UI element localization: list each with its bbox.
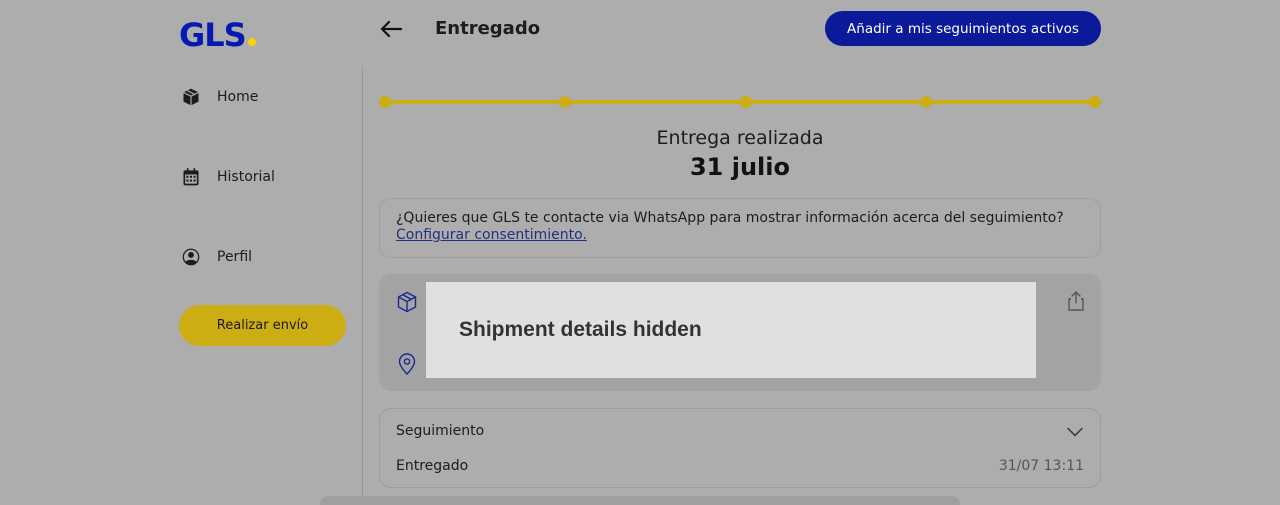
tracking-timestamp: 31/07 13:11 (998, 458, 1084, 474)
page-title: Entregado (435, 18, 541, 39)
progress-step (559, 96, 572, 108)
configure-consent-link[interactable]: Configurar consentimiento. (396, 227, 587, 243)
shipment-details-hidden-notice: Shipment details hidden (426, 282, 1036, 378)
progress-step (739, 96, 752, 108)
shipment-details-card: Shipment details hidden (379, 274, 1101, 391)
user-icon (182, 248, 200, 266)
delivery-progress-bar (379, 96, 1101, 108)
parcel-icon (397, 291, 417, 313)
sidebar-item-home[interactable]: Home (181, 87, 258, 107)
sidebar-item-label: Home (217, 89, 259, 105)
whatsapp-consent-box: ¿Quieres que GLS te contacte via WhatsAp… (379, 198, 1101, 258)
logo-text: GLS (179, 16, 247, 54)
chevron-down-icon[interactable] (1066, 423, 1084, 441)
bottom-sheet-edge (320, 496, 960, 505)
sidebar-item-perfil[interactable]: Perfil (181, 247, 252, 267)
whatsapp-question: ¿Quieres que GLS te contacte via WhatsAp… (396, 210, 1064, 226)
location-pin-icon (398, 353, 416, 375)
sidebar-item-label: Historial (217, 169, 275, 185)
progress-step (920, 96, 933, 108)
calendar-icon (183, 168, 199, 186)
logo-dot (247, 38, 256, 46)
delivery-status-label: Entrega realizada (656, 127, 824, 149)
tracking-event: Entregado (396, 458, 469, 474)
sidebar-divider (362, 66, 363, 505)
share-icon[interactable] (1065, 290, 1087, 312)
tracking-title: Seguimiento (396, 423, 485, 439)
gls-logo[interactable]: GLS (179, 16, 256, 54)
progress-step (379, 96, 391, 108)
back-arrow-icon[interactable] (378, 16, 404, 42)
sidebar-item-historial[interactable]: Historial (181, 167, 275, 187)
sidebar-item-label: Perfil (217, 249, 253, 265)
realizar-envio-button[interactable]: Realizar envío (179, 305, 346, 346)
delivery-date: 31 julio (689, 153, 790, 181)
progress-step (1089, 96, 1101, 108)
package-icon (183, 88, 199, 106)
tracking-card[interactable]: Seguimiento Entregado 31/07 13:11 (379, 408, 1101, 488)
add-to-active-tracking-button[interactable]: Añadir a mis seguimientos activos (825, 11, 1101, 46)
